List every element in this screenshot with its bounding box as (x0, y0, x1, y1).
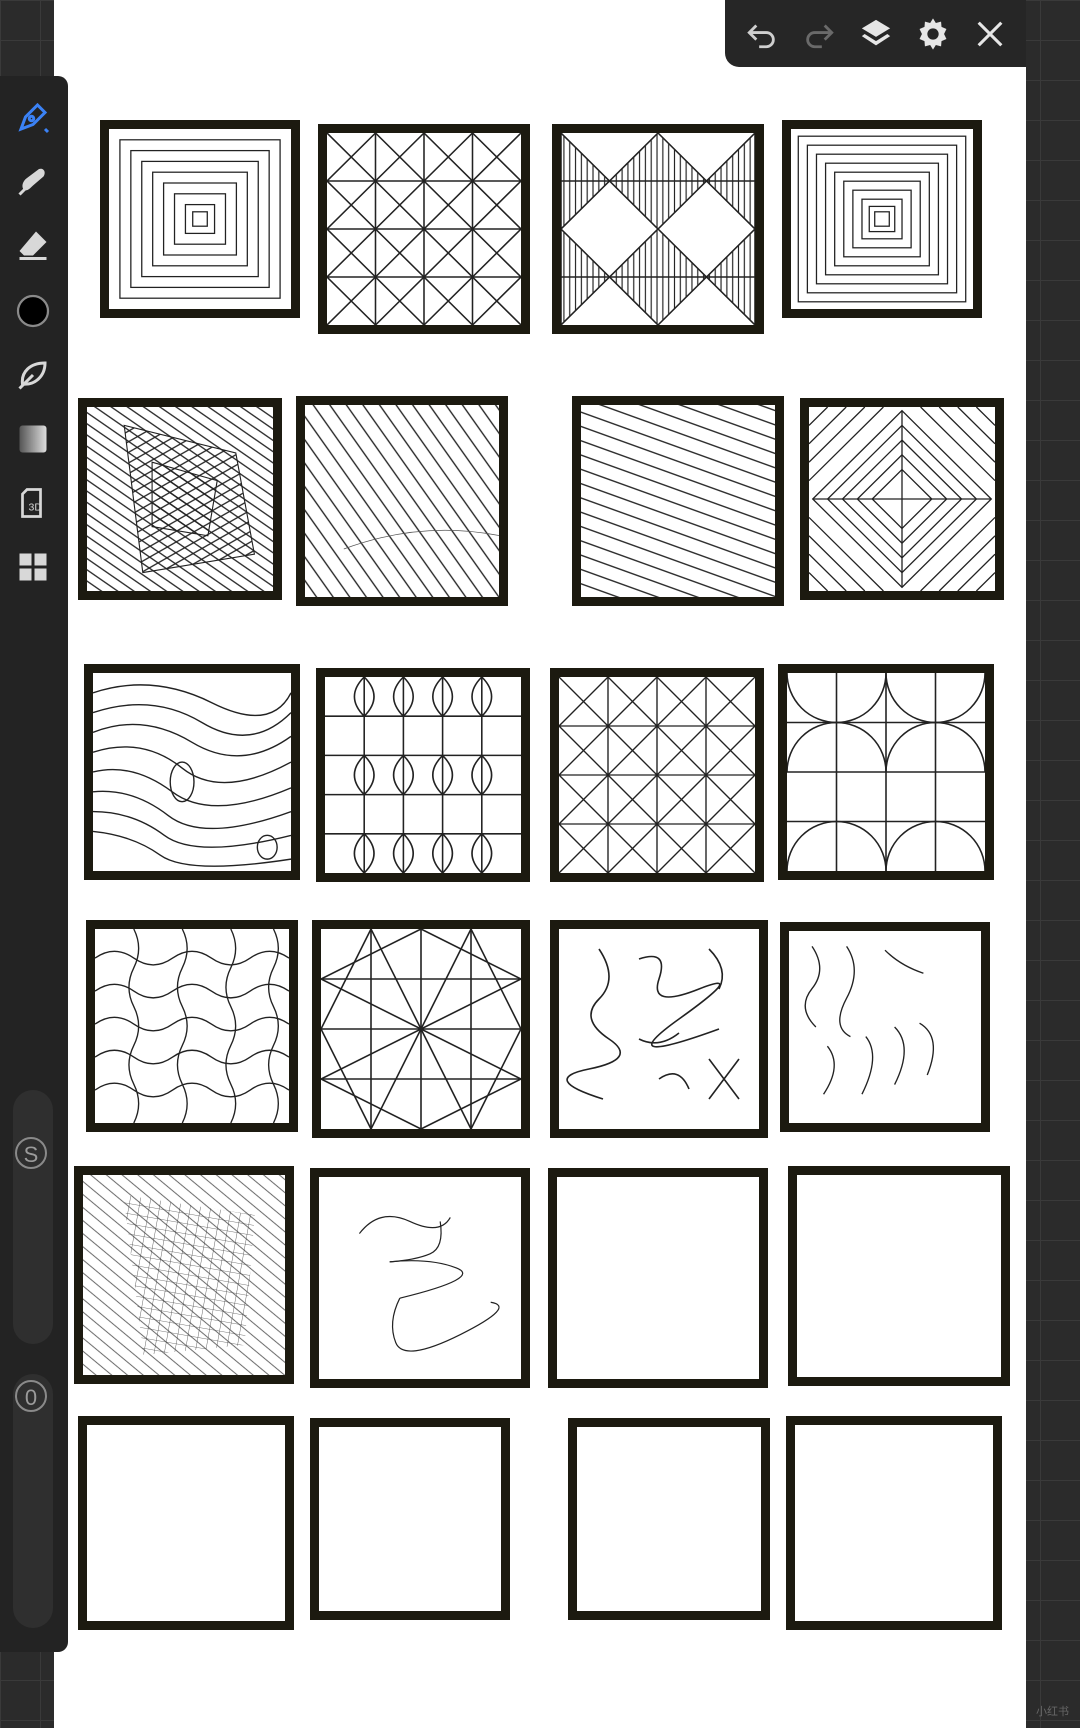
pen-tool-button[interactable] (10, 94, 56, 140)
brush-library-button[interactable] (10, 352, 56, 398)
redo-icon (805, 23, 834, 48)
layers-icon (861, 19, 890, 45)
pattern-tile-star-grid (550, 668, 764, 882)
drawing-canvas[interactable] (54, 0, 1026, 1728)
pattern-tile-diagonal-lines-2 (572, 396, 784, 606)
empty-tile (788, 1166, 1010, 1386)
3d-model-icon: 3D (21, 488, 43, 518)
pattern-tile-concentric-squares (782, 120, 982, 318)
pen-tool-icon (18, 102, 50, 134)
redo-button[interactable] (797, 12, 841, 56)
pattern-tile-sketch (310, 1168, 530, 1388)
empty-tile (78, 1416, 294, 1630)
brush-size-label: S (15, 1137, 47, 1169)
apps-grid-button[interactable] (10, 544, 56, 590)
pattern-tile-wavy-grid (86, 920, 298, 1132)
pattern-tile-petal-grid (316, 668, 530, 882)
smudge-tool-button[interactable] (10, 158, 56, 204)
grid-apps-icon (19, 553, 47, 581)
pattern-tile-spiral-square (100, 120, 300, 318)
pattern-tile-squiggle-doodles (550, 920, 768, 1138)
pattern-tile-sparse-squiggles (780, 922, 990, 1132)
close-button[interactable] (968, 12, 1012, 56)
pattern-tile-star-lattice (312, 920, 530, 1138)
gradient-button[interactable] (10, 416, 56, 462)
layers-button[interactable] (854, 12, 898, 56)
color-swatch-icon (16, 294, 50, 328)
empty-tile (568, 1418, 770, 1620)
undo-button[interactable] (740, 12, 784, 56)
empty-tile (310, 1418, 510, 1620)
eraser-icon (19, 231, 47, 260)
pattern-tile-crosshatch-grid (74, 1166, 294, 1384)
settings-icon (919, 17, 946, 50)
brush-opacity-label: 0 (15, 1380, 47, 1412)
color-swatch-button[interactable] (10, 288, 56, 334)
watermark: 小红书 (1036, 1706, 1069, 1718)
pattern-tile-hatched-diamonds (552, 124, 764, 334)
brush-size-slider[interactable] (13, 1090, 53, 1344)
pattern-tile-wood-grain (84, 664, 300, 880)
left-toolbar: 3D S 0 (0, 76, 68, 1652)
empty-tile (786, 1416, 1002, 1630)
eraser-tool-button[interactable] (10, 222, 56, 268)
empty-tile (548, 1168, 768, 1388)
gradient-icon (19, 425, 47, 453)
leaf-brush-icon (18, 361, 47, 390)
pattern-tile-chevron-diamond (800, 398, 1004, 600)
top-toolbar (725, 0, 1026, 67)
svg-text:3D: 3D (29, 502, 43, 514)
close-icon (977, 21, 1002, 46)
settings-button[interactable] (911, 12, 955, 56)
3d-model-button[interactable]: 3D (10, 480, 56, 526)
pattern-tile-diamond-grid (318, 124, 530, 334)
pattern-tile-diagonal-lines (296, 396, 508, 606)
pattern-tile-arc-grid (778, 664, 994, 880)
undo-icon (746, 23, 775, 48)
pattern-tile-woven-strips (78, 398, 282, 600)
smudge-icon (18, 168, 45, 196)
